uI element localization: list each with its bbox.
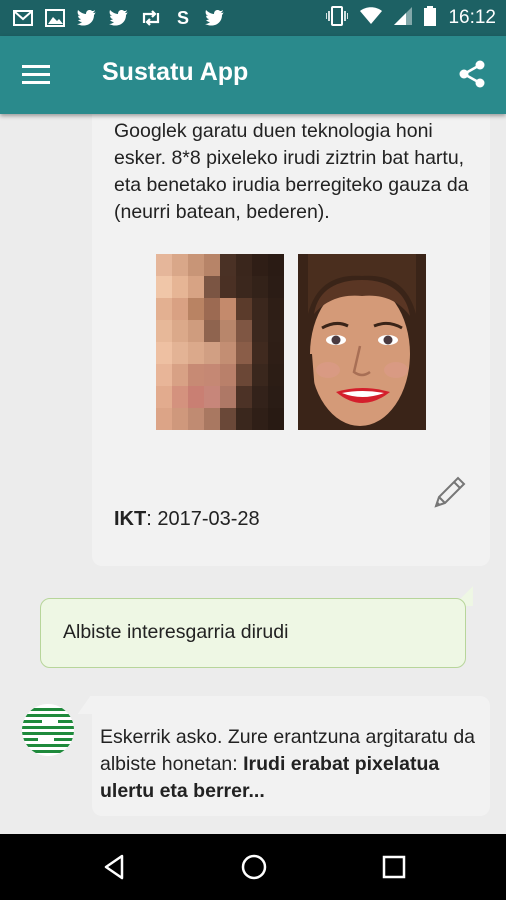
recents-icon[interactable] [379, 852, 409, 882]
twitter-icon [108, 8, 130, 28]
article-text: Googlek garatu duen teknologia honi eske… [114, 120, 469, 223]
battery-icon [424, 5, 437, 31]
vibrate-icon [325, 5, 350, 31]
signal-icon [394, 6, 413, 30]
reply-bubble[interactable]: Eskerrik asko. Zure erantzuna argitaratu… [92, 696, 490, 816]
article-meta: IKT: 2017-03-28 [114, 508, 260, 531]
menu-icon[interactable] [22, 60, 52, 90]
system-icons: 16:12 [325, 5, 496, 31]
home-icon[interactable] [239, 852, 269, 882]
meta-separator: : [146, 508, 158, 530]
user-comment-text: Albiste interesgarria dirudi [63, 621, 289, 643]
article-card[interactable]: Googlek garatu duen teknologia honi eske… [92, 114, 490, 566]
user-comment-bubble[interactable]: Albiste interesgarria dirudi [40, 598, 466, 668]
article-date: 2017-03-28 [157, 508, 260, 530]
status-bar: S 16:12 [0, 0, 506, 36]
image-icon [44, 8, 66, 28]
share-icon[interactable] [456, 58, 488, 90]
reply-text: Eskerrik asko. Zure erantzuna argitaratu… [100, 724, 480, 805]
notification-icons: S [12, 7, 226, 29]
nav-bar [0, 834, 506, 900]
clock: 16:12 [448, 7, 496, 28]
sustatu-avatar [22, 704, 74, 756]
article-source: IKT [114, 508, 147, 530]
message-list[interactable]: Googlek garatu duen teknologia honi eske… [0, 114, 506, 834]
app-title: Sustatu App [102, 58, 249, 86]
gmail-icon [12, 8, 34, 28]
retweet-icon [140, 8, 162, 28]
reconstructed-face-image [298, 254, 426, 430]
back-icon[interactable] [100, 852, 130, 882]
app-bar: Sustatu App [0, 36, 506, 114]
wifi-icon [360, 6, 383, 30]
s-icon: S [176, 8, 189, 28]
twitter-icon [204, 8, 226, 28]
pixelated-image [156, 254, 284, 430]
twitter-icon [76, 8, 98, 28]
edit-icon[interactable] [430, 472, 470, 512]
